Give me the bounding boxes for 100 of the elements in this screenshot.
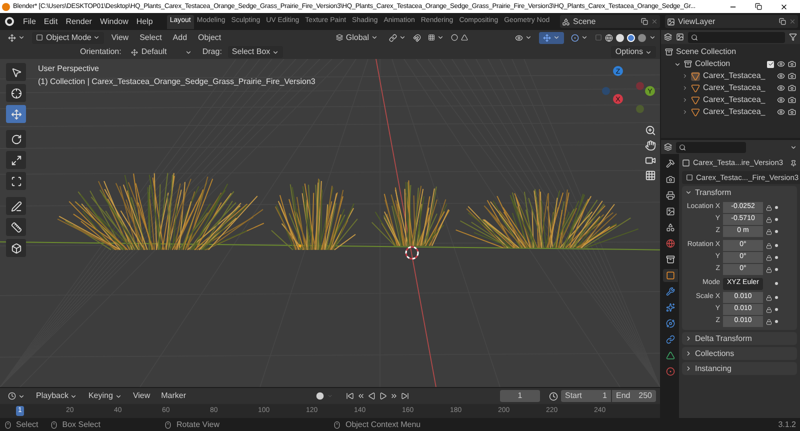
next-keyframe-icon[interactable] — [390, 392, 398, 400]
options-dropdown[interactable]: Options — [611, 46, 656, 58]
outliner-row[interactable]: Carex_Testacea_ — [661, 94, 800, 106]
record-icon[interactable] — [316, 392, 324, 400]
close-icon[interactable] — [780, 2, 788, 10]
menu-item[interactable]: Help — [132, 16, 157, 28]
solid-shading-icon[interactable] — [616, 34, 624, 42]
tool-button[interactable] — [6, 151, 26, 169]
orientation-dropdown[interactable]: Default — [127, 46, 196, 58]
current-frame-field[interactable]: 1 — [500, 390, 540, 402]
outliner-row[interactable]: Carex_Testacea_ — [661, 82, 800, 94]
panel-header[interactable]: Collections — [682, 347, 797, 360]
view-layer-icon[interactable] — [676, 33, 684, 41]
blender-logo-icon[interactable] — [5, 17, 14, 26]
camera-icon[interactable] — [788, 60, 796, 68]
display-mode-icon[interactable] — [664, 33, 672, 41]
timer-icon[interactable] — [549, 392, 558, 400]
proportional-edit-icon[interactable] — [451, 34, 458, 41]
camera-icon[interactable] — [788, 84, 796, 92]
tool-button[interactable] — [6, 239, 26, 257]
panel-header[interactable]: Transform — [682, 186, 797, 199]
expand-toggle-icon[interactable] — [674, 60, 681, 68]
orientation-dropdown[interactable]: Global — [332, 32, 382, 44]
editor-type-icon[interactable] — [664, 143, 672, 151]
lock-icon[interactable] — [766, 254, 772, 260]
gizmo-button[interactable] — [539, 32, 564, 44]
previous-keyframe-icon[interactable] — [357, 392, 366, 400]
jump-start-icon[interactable] — [346, 392, 354, 400]
outliner-row[interactable]: Collection — [661, 58, 800, 70]
menu-item[interactable]: Add — [168, 32, 192, 44]
menu-item[interactable]: View — [107, 32, 133, 44]
menu-item[interactable]: Select — [136, 32, 166, 44]
play-reverse-icon[interactable] — [368, 392, 376, 400]
falloff-icon[interactable] — [461, 34, 468, 41]
jump-end-icon[interactable] — [401, 392, 410, 400]
menu-item[interactable]: Window — [96, 16, 132, 28]
material-shading-icon[interactable] — [627, 34, 635, 42]
panel-header[interactable]: Instancing — [682, 362, 797, 375]
eye-icon[interactable] — [777, 60, 785, 68]
zoom-icon[interactable] — [645, 125, 656, 136]
shading-options-icon[interactable] — [649, 34, 656, 41]
outliner-row[interactable]: Scene Collection — [661, 46, 800, 58]
eye-icon[interactable] — [777, 84, 785, 92]
camera-icon[interactable] — [788, 108, 796, 116]
menu-dropdown[interactable]: Playback — [32, 390, 82, 402]
lock-icon[interactable] — [766, 216, 772, 222]
tool-button[interactable] — [6, 197, 26, 215]
expand-toggle-icon[interactable] — [682, 85, 688, 91]
tool-button[interactable] — [6, 218, 26, 236]
hand-icon[interactable] — [645, 140, 656, 151]
lock-icon[interactable] — [766, 306, 772, 312]
menu-item[interactable]: View — [128, 390, 154, 402]
start-frame-field[interactable]: Start 1 — [561, 390, 611, 402]
axis-handle[interactable] — [602, 87, 610, 95]
lock-icon[interactable] — [766, 228, 772, 234]
tool-button[interactable] — [6, 84, 26, 102]
expand-toggle-icon[interactable] — [682, 73, 688, 79]
expand-toggle-icon[interactable] — [682, 109, 688, 115]
camera-icon[interactable] — [788, 72, 796, 80]
search-field[interactable] — [676, 142, 746, 152]
mode-dropdown[interactable]: Object Mode — [32, 32, 104, 44]
axis-handle[interactable] — [636, 82, 644, 90]
camera-icon[interactable] — [645, 155, 656, 166]
menu-item[interactable]: Object — [194, 32, 226, 44]
checkbox[interactable] — [767, 60, 774, 68]
restore-icon[interactable] — [755, 3, 762, 10]
tool-button[interactable] — [6, 172, 26, 190]
outliner-row[interactable]: Carex_Testacea_ — [661, 106, 800, 118]
panel-header[interactable]: Delta Transform — [682, 332, 797, 345]
camera-icon[interactable] — [788, 96, 796, 104]
tool-button[interactable] — [6, 130, 26, 148]
outliner-row[interactable]: Carex_Testacea_ — [661, 70, 800, 82]
pin-icon[interactable] — [790, 160, 797, 166]
search-field[interactable] — [688, 32, 785, 42]
eye-icon[interactable] — [777, 96, 785, 104]
scene-selector[interactable]: Scene — [560, 15, 660, 28]
wireframe-shading-icon[interactable] — [605, 34, 613, 42]
menu-item[interactable]: Marker — [157, 390, 190, 402]
play-icon[interactable] — [379, 392, 388, 400]
view-layer-selector[interactable]: ViewLayer — [665, 15, 798, 28]
properties-tab[interactable] — [662, 269, 678, 282]
filter-icon[interactable] — [789, 33, 797, 41]
tool-button[interactable] — [6, 63, 26, 81]
menu-item[interactable]: Render — [62, 16, 96, 28]
lock-icon[interactable] — [766, 318, 772, 324]
end-frame-field[interactable]: End 250 — [612, 390, 656, 402]
eye-icon[interactable] — [777, 72, 785, 80]
lock-icon[interactable] — [766, 204, 772, 210]
lock-icon[interactable] — [766, 242, 772, 248]
menu-dropdown[interactable]: Keying — [84, 390, 126, 402]
lock-icon[interactable] — [766, 266, 772, 272]
rendered-shading-icon[interactable] — [638, 34, 646, 42]
snap-icon[interactable] — [413, 34, 421, 42]
lock-icon[interactable] — [766, 294, 772, 300]
drag-dropdown[interactable]: Select Box — [228, 46, 284, 58]
axis-handle[interactable] — [636, 105, 644, 113]
grid-icon[interactable] — [645, 170, 656, 181]
eye-icon[interactable] — [777, 108, 785, 116]
chevron-down-icon[interactable] — [790, 144, 797, 150]
menu-item[interactable]: Edit — [40, 16, 62, 28]
